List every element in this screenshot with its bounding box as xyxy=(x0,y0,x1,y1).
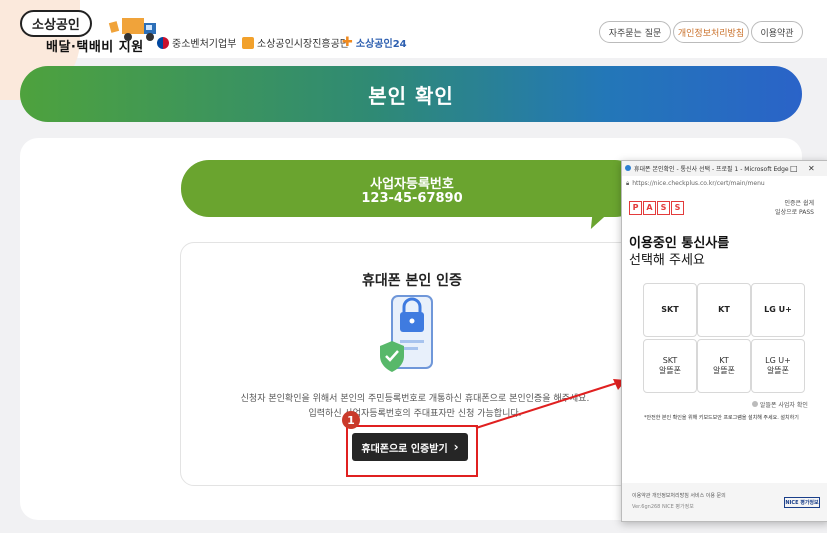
mvno-label: 알뜰폰 xyxy=(712,366,736,375)
business-number-label: 사업자등록번호 xyxy=(370,177,454,192)
org-sbiz24-label: 소상공인24 xyxy=(355,39,407,50)
minimize-icon[interactable]: – xyxy=(774,164,778,173)
carrier-select-heading: 이용중인 통신사를 선택해 주세요 xyxy=(629,235,729,269)
phone-lock-illustration-icon xyxy=(380,295,433,372)
semas-icon xyxy=(242,36,254,49)
maximize-icon[interactable]: □ xyxy=(790,164,798,173)
pass-tagline-line2: 일상으로 PASS xyxy=(775,209,814,216)
chevron-right-icon: › xyxy=(453,440,459,454)
business-number-bubble: 사업자등록번호 123-45-67890 xyxy=(181,160,643,217)
lock-icon: 🔒︎ xyxy=(626,179,630,187)
pass-tagline: 인증은 쉽게 일상으로 PASS xyxy=(775,199,814,217)
carrier-kt-button[interactable]: KT xyxy=(697,283,751,337)
logo-top-text: 소상공인 xyxy=(20,10,92,37)
popup-url-bar[interactable]: 🔒︎ https://nice.checkplus.co.kr/cert/mai… xyxy=(626,178,822,189)
mvno-skt-button[interactable]: SKT 알뜰폰 xyxy=(643,339,697,393)
phone-auth-button-label: 휴대폰으로 인증받기 xyxy=(361,443,448,455)
pass-letter: A xyxy=(643,201,656,215)
close-icon[interactable]: ✕ xyxy=(808,164,815,173)
phone-auth-button[interactable]: 휴대폰으로 인증받기 › xyxy=(352,433,468,461)
step-badge: 1 xyxy=(342,411,360,429)
info-icon xyxy=(752,401,758,407)
mvno-skt-label: SKT xyxy=(662,356,678,365)
page-banner: 본인 확인 xyxy=(20,66,802,122)
org-semas-label: 소상공인시장진흥공단 xyxy=(257,39,349,50)
taegeuk-icon xyxy=(157,36,169,49)
arrow-icon xyxy=(475,379,626,429)
faq-button[interactable]: 자주묻는 질문 xyxy=(599,21,671,43)
carrier-lgu-button[interactable]: LG U+ xyxy=(751,283,805,337)
keyboard-security-notice: *안전한 본인 확인을 위해 키보드보안 프로그램을 설치해 주세요. 설치하기 xyxy=(644,415,799,421)
browser-icon xyxy=(625,165,631,171)
org-sbiz24[interactable]: ✚ 소상공인24 xyxy=(342,35,407,50)
mvno-label: 알뜰폰 xyxy=(658,366,682,375)
popup-titlebar: 휴대폰 본인확인 - 통신사 선택 - 프로필 1 - Microsoft Ed… xyxy=(622,161,827,176)
popup-window-title: 휴대폰 본인확인 - 통신사 선택 - 프로필 1 - Microsoft Ed… xyxy=(634,166,789,173)
mvno-label: 알뜰폰 xyxy=(766,366,790,375)
phone-auth-title: 휴대폰 본인 인증 xyxy=(362,273,462,289)
footer-version: Ver.6gn268 NICE 평가정보 xyxy=(632,504,694,510)
terms-button[interactable]: 이용약관 xyxy=(751,21,803,43)
pass-popup-window: 휴대폰 본인확인 - 통신사 선택 - 프로필 1 - Microsoft Ed… xyxy=(621,160,827,522)
org-semas[interactable]: 소상공인시장진흥공단 xyxy=(242,35,349,50)
business-number-value: 123-45-67890 xyxy=(361,191,463,206)
popup-url: https://nice.checkplus.co.kr/cert/main/m… xyxy=(632,180,765,187)
privacy-policy-button[interactable]: 개인정보처리방침 xyxy=(673,21,749,43)
plus-icon: ✚ xyxy=(342,35,353,50)
heading-line1: 이용중인 통신사를 xyxy=(629,236,730,251)
pass-letter: S xyxy=(657,201,670,215)
pass-logo: P A S S xyxy=(629,201,684,215)
pass-letter: S xyxy=(671,201,684,215)
pass-tagline-line1: 인증은 쉽게 xyxy=(784,200,814,207)
mvno-kt-label: KT xyxy=(719,356,729,365)
site-logo[interactable]: 소상공인 배달·택배비 지원 xyxy=(20,8,156,55)
pass-letter: P xyxy=(629,201,642,215)
nice-badge: NICE 평가정보 xyxy=(784,497,820,508)
carrier-skt-button[interactable]: SKT xyxy=(643,283,697,337)
mvno-help-text: 알뜰폰 사업자 확인 xyxy=(759,402,808,409)
mvno-help-link[interactable]: 알뜰폰 사업자 확인 xyxy=(752,400,808,409)
mvno-lgu-label: LG U+ xyxy=(765,356,791,365)
org-moss[interactable]: 중소벤처기업부 xyxy=(157,35,236,50)
mvno-lgu-button[interactable]: LG U+ 알뜰폰 xyxy=(751,339,805,393)
page-title: 본인 확인 xyxy=(368,83,454,108)
heading-line2: 선택해 주세요 xyxy=(629,253,705,268)
footer-links[interactable]: 이용약관 개인정보처리방침 서비스 이용 문의 xyxy=(632,492,726,499)
delivery-truck-icon xyxy=(108,18,156,41)
mvno-kt-button[interactable]: KT 알뜰폰 xyxy=(697,339,751,393)
org-moss-label: 중소벤처기업부 xyxy=(172,39,237,50)
